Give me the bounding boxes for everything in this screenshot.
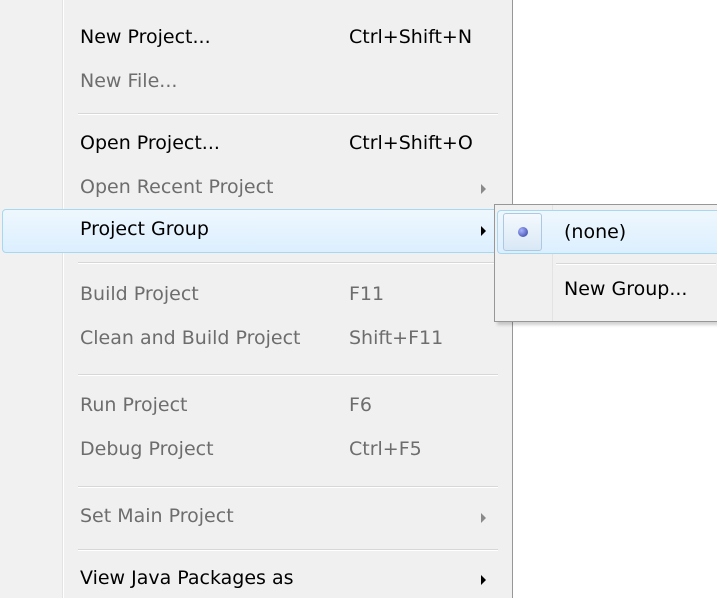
menu-separator bbox=[78, 549, 498, 551]
menu-item-label: Open Recent Project bbox=[80, 176, 274, 198]
menu-separator bbox=[78, 113, 498, 115]
menu-item-label: Open Project... bbox=[80, 132, 220, 154]
submenu-arrow-icon bbox=[481, 226, 486, 236]
menu-item-label: Clean and Build Project bbox=[80, 327, 301, 349]
submenu-separator bbox=[556, 263, 716, 265]
menu-item-set-main-project[interactable]: Set Main Project bbox=[0, 496, 512, 540]
submenu-arrow-icon bbox=[481, 575, 486, 585]
menu-item-shortcut: Ctrl+Shift+O bbox=[349, 132, 473, 154]
menu-item-label: View Java Packages as bbox=[80, 567, 294, 589]
menu-item-debug-project[interactable]: Debug Project Ctrl+F5 bbox=[0, 429, 512, 473]
submenu-arrow-icon bbox=[481, 513, 486, 523]
menu-item-shortcut: Ctrl+F5 bbox=[349, 438, 422, 460]
menu-item-label: New Project... bbox=[80, 26, 211, 48]
menu-item-new-project[interactable]: New Project... Ctrl+Shift+N bbox=[0, 17, 512, 61]
menu-separator bbox=[78, 486, 498, 488]
project-group-submenu: (none) New Group... bbox=[494, 204, 717, 322]
menu-item-view-java-packages-as[interactable]: View Java Packages as bbox=[0, 558, 512, 602]
menu-item-run-project[interactable]: Run Project F6 bbox=[0, 385, 512, 429]
menu-separator bbox=[78, 262, 498, 264]
menu-item-clean-and-build-project[interactable]: Clean and Build Project Shift+F11 bbox=[0, 318, 512, 362]
radio-check-box bbox=[503, 213, 542, 251]
menu-item-build-project[interactable]: Build Project F11 bbox=[0, 274, 512, 318]
context-menu: New Project... Ctrl+Shift+N New File... … bbox=[0, 0, 513, 598]
menu-item-shortcut: Shift+F11 bbox=[349, 327, 444, 349]
radio-selected-icon bbox=[518, 227, 528, 237]
menu-item-open-recent-project[interactable]: Open Recent Project bbox=[0, 167, 512, 211]
menu-item-label: Build Project bbox=[80, 283, 199, 305]
menu-separator bbox=[78, 374, 498, 376]
menu-item-open-project[interactable]: Open Project... Ctrl+Shift+O bbox=[0, 123, 512, 167]
submenu-arrow-icon bbox=[481, 184, 486, 194]
submenu-item-label: (none) bbox=[564, 221, 627, 243]
menu-item-new-file[interactable]: New File... bbox=[0, 61, 512, 105]
menu-item-label: Run Project bbox=[80, 394, 188, 416]
menu-item-label: Project Group bbox=[80, 218, 209, 240]
menu-item-shortcut: Ctrl+Shift+N bbox=[349, 26, 473, 48]
submenu-item-label: New Group... bbox=[564, 278, 688, 300]
menu-item-label: New File... bbox=[80, 70, 178, 92]
menu-item-shortcut: F11 bbox=[349, 283, 385, 305]
menu-item-shortcut: F6 bbox=[349, 394, 373, 416]
menu-item-label: Set Main Project bbox=[80, 505, 234, 527]
menu-item-label: Debug Project bbox=[80, 438, 214, 460]
menu-item-project-group[interactable]: Project Group bbox=[0, 209, 512, 253]
